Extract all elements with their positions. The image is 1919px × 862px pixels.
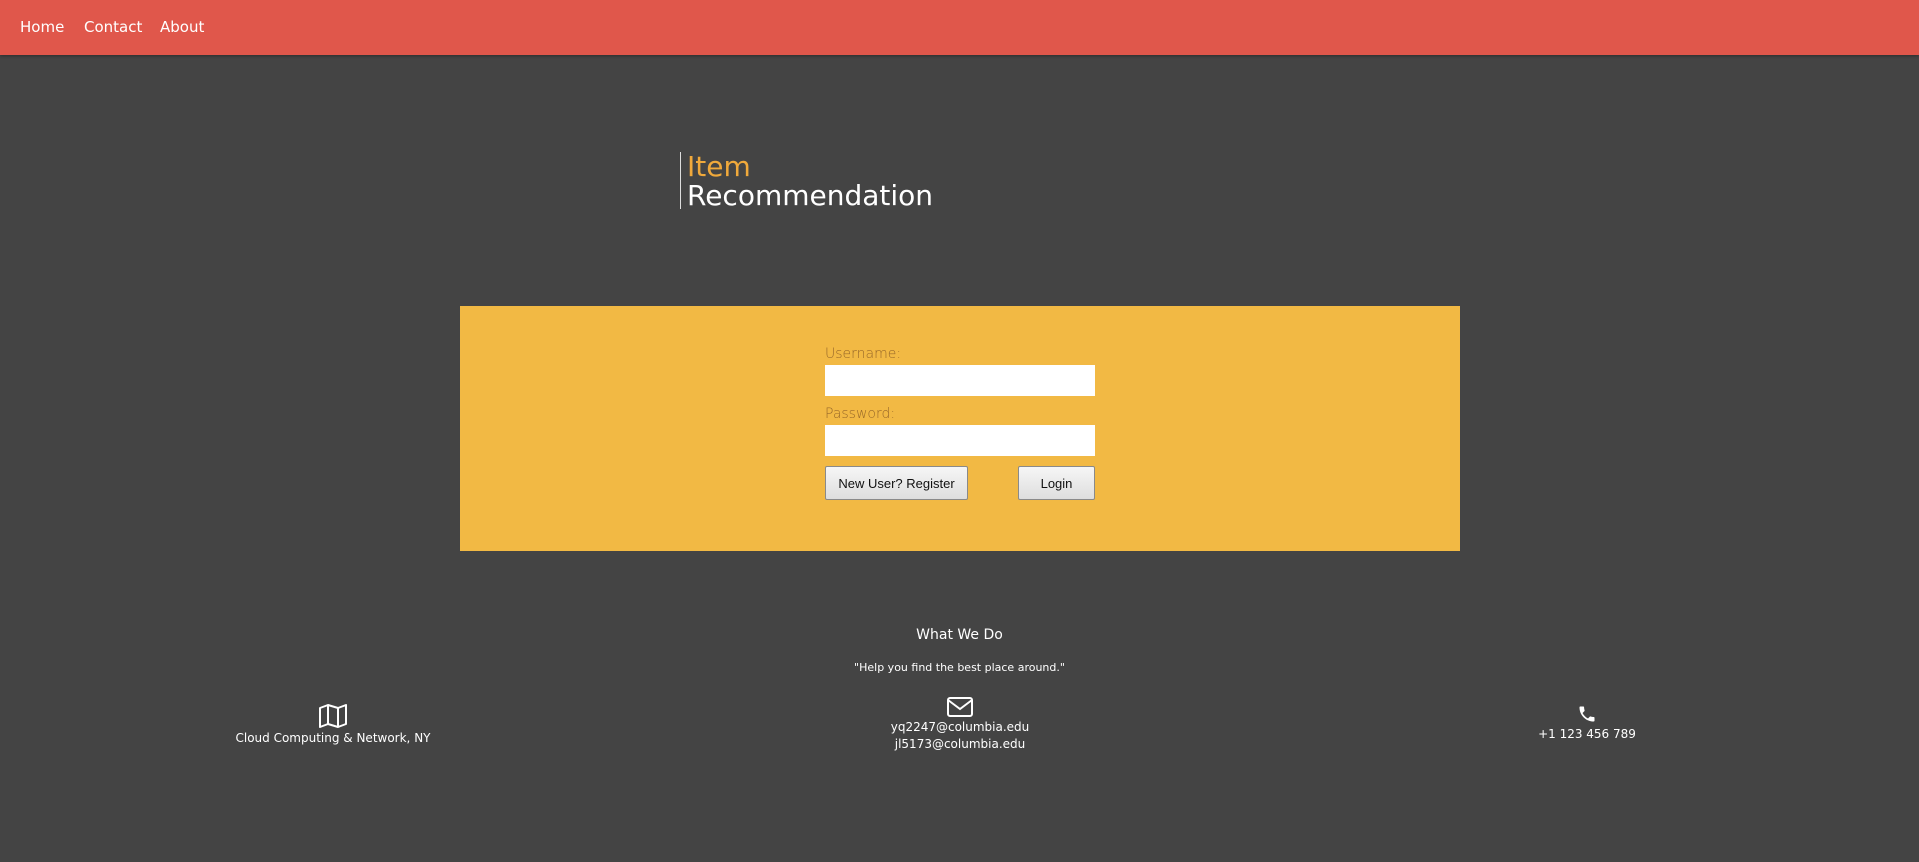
username-input[interactable] (825, 365, 1095, 396)
nav-about-link[interactable]: About (160, 18, 204, 36)
phone-column: +1 123 456 789 (1487, 704, 1687, 743)
top-navbar: Home Contact About (0, 0, 1919, 55)
logo-line-item: Item (687, 150, 751, 183)
phone-icon (1579, 706, 1595, 722)
email-column: yq2247@columbia.edu jl5173@columbia.edu (860, 697, 1060, 753)
address-text: Cloud Computing & Network, NY (235, 731, 431, 745)
tagline: "Help you find the best place around." (854, 661, 1065, 674)
address-column: Cloud Computing & Network, NY (233, 704, 433, 747)
password-input[interactable] (825, 425, 1095, 456)
nav-home-link[interactable]: Home (20, 18, 64, 36)
email-link[interactable]: jl5173@columbia.edu (860, 736, 1060, 753)
envelope-icon (947, 697, 973, 717)
login-panel: Username: Password: New User? Register L… (460, 306, 1460, 551)
register-button[interactable]: New User? Register (825, 466, 968, 500)
what-we-do-heading: What We Do (916, 627, 1003, 643)
site-logo: Item Recommendation (680, 150, 934, 212)
username-label: Username: (825, 346, 902, 362)
logo-line-recommendation: Recommendation (687, 179, 934, 212)
password-label: Password: (825, 406, 896, 422)
login-button[interactable]: Login (1018, 466, 1095, 500)
nav-contact-link[interactable]: Contact (84, 18, 142, 36)
phone-text: +1 123 456 789 (1538, 727, 1636, 741)
email-link[interactable]: yq2247@columbia.edu (860, 719, 1060, 736)
map-icon (319, 704, 347, 728)
